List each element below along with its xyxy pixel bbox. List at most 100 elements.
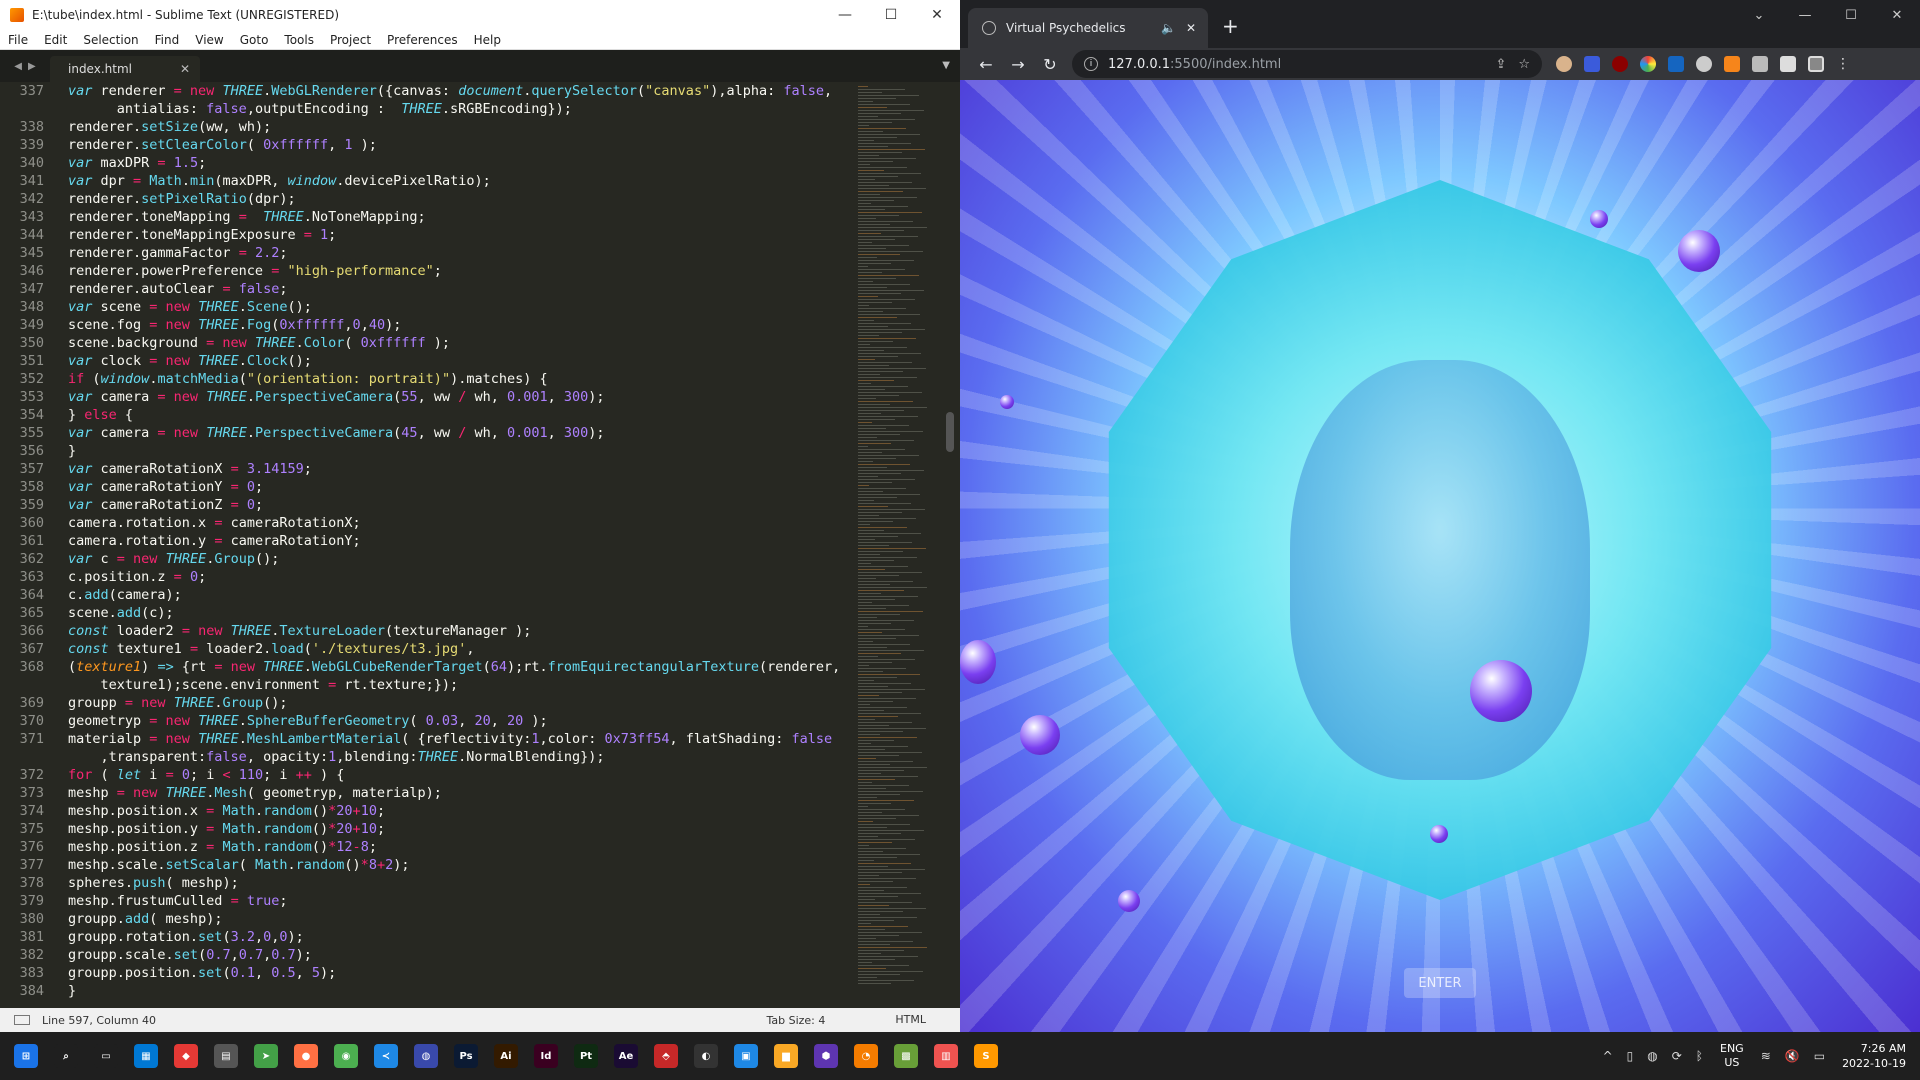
extension-metamask-icon[interactable] (1724, 56, 1740, 72)
minimap-line (858, 857, 897, 858)
menu-project[interactable]: Project (322, 33, 379, 47)
arrow-left-icon[interactable]: ◀ (14, 61, 22, 72)
tab-search-icon[interactable]: ⌄ (1736, 0, 1782, 30)
scroll-thumb[interactable] (946, 412, 954, 452)
new-tab-icon[interactable]: + (1222, 14, 1239, 38)
minimize-icon[interactable]: — (822, 7, 868, 23)
site-info-icon[interactable]: i (1084, 57, 1098, 71)
minimap-line (858, 194, 880, 195)
menu-edit[interactable]: Edit (36, 33, 75, 47)
share-icon[interactable]: ⇪ (1495, 57, 1506, 72)
taskbar-blender-icon[interactable]: ◔ (854, 1044, 878, 1068)
console-toggle-icon[interactable] (14, 1015, 30, 1025)
reload-icon[interactable]: ↻ (1034, 55, 1066, 74)
minimap-line (858, 758, 876, 759)
clock[interactable]: 7:26 AM 2022-10-19 (1842, 1041, 1906, 1071)
taskbar-illustrator-icon[interactable]: Ai (494, 1044, 518, 1068)
taskbar-app-blue-icon[interactable]: ▣ (734, 1044, 758, 1068)
tab-dropdown-icon[interactable]: ▼ (942, 60, 950, 71)
menu-find[interactable]: Find (147, 33, 188, 47)
menu-selection[interactable]: Selection (75, 33, 146, 47)
menu-file[interactable]: File (0, 33, 36, 47)
taskbar-acrobat-icon[interactable]: ⬘ (654, 1044, 678, 1068)
editor-scrollbar[interactable] (942, 82, 960, 1008)
extension-ublock-icon[interactable] (1612, 56, 1628, 72)
arrow-right-icon[interactable]: ▶ (28, 61, 36, 72)
menu-preferences[interactable]: Preferences (379, 33, 466, 47)
browser-maximize-icon[interactable]: ☐ (1828, 0, 1874, 30)
extension-openai-icon[interactable] (1696, 56, 1712, 72)
minimap-line (858, 848, 906, 849)
minimap-line (858, 827, 887, 828)
taskbar-firefox-icon[interactable]: ● (294, 1044, 318, 1068)
menu-tools[interactable]: Tools (276, 33, 322, 47)
speaker-icon[interactable]: 🔈 (1161, 21, 1176, 35)
extension-zip-icon[interactable] (1668, 56, 1684, 72)
tab-close-icon[interactable]: ✕ (180, 62, 190, 76)
taskbar-minecraft-icon[interactable]: ▩ (894, 1044, 918, 1068)
maximize-icon[interactable]: ☐ (868, 7, 914, 23)
wifi-icon[interactable]: ≋ (1761, 1049, 1771, 1063)
taskbar-app-green-icon[interactable]: ➤ (254, 1044, 278, 1068)
taskbar-aftereffects-icon[interactable]: Ae (614, 1044, 638, 1068)
menu-help[interactable]: Help (466, 33, 509, 47)
taskbar-app-screen-icon[interactable]: ▥ (934, 1044, 958, 1068)
minimap-line (858, 941, 913, 942)
syntax-mode[interactable]: HTML (895, 1013, 926, 1027)
battery-icon[interactable]: ▭ (1814, 1049, 1825, 1063)
bluetooth-icon[interactable]: ᛒ (1696, 1049, 1703, 1063)
taskbar-start-icon[interactable]: ⊞ (14, 1044, 38, 1068)
extension-color-icon[interactable] (1640, 56, 1656, 72)
taskbar-vscode-icon[interactable]: ≺ (374, 1044, 398, 1068)
tab-index-html[interactable]: index.html ✕ (50, 56, 200, 82)
taskbar-chrome-icon[interactable]: ◉ (334, 1044, 358, 1068)
browser-close-icon[interactable]: ✕ (1874, 0, 1920, 30)
address-bar[interactable]: i 127.0.0.1:5500/index.html ⇪ ☆ (1072, 50, 1542, 78)
browser-minimize-icon[interactable]: — (1782, 0, 1828, 30)
taskbar-obs-icon[interactable]: ◐ (694, 1044, 718, 1068)
code-editor[interactable]: 337 338 339 340 341 342 343 344 345 346 347 348 349 3… (0, 82, 960, 1008)
taskbar-sublime-icon[interactable]: S (974, 1044, 998, 1068)
tab-size[interactable]: Tab Size: 4 (766, 1014, 825, 1027)
close-icon[interactable]: ✕ (914, 7, 960, 23)
enter-button[interactable]: ENTER (1404, 968, 1476, 998)
extension-shield-icon[interactable] (1584, 56, 1600, 72)
menu-kebab-icon[interactable]: ⋮ (1836, 56, 1850, 72)
taskbar-photoshop-icon[interactable]: Ps (454, 1044, 478, 1068)
taskbar-prelude-icon[interactable]: Pt (574, 1044, 598, 1068)
minimap[interactable] (854, 82, 942, 1008)
taskbar-calculator-icon[interactable]: ▤ (214, 1044, 238, 1068)
taskbar-app-shield-icon[interactable]: ⬢ (814, 1044, 838, 1068)
code-line: renderer.setSize(ww, wh); (68, 119, 272, 135)
code-area[interactable]: var renderer = new THREE.WebGLRenderer({… (52, 82, 854, 1008)
browser-tab-close-icon[interactable]: ✕ (1186, 21, 1196, 35)
language-indicator[interactable]: ENG US (1720, 1042, 1744, 1070)
minimap-line (858, 86, 868, 87)
forward-icon[interactable]: → (1002, 55, 1034, 74)
menu-view[interactable]: View (187, 33, 231, 47)
app-tray-icon[interactable]: ◍ (1647, 1049, 1657, 1063)
extension-cookie-icon[interactable] (1556, 56, 1572, 72)
browser-tab[interactable]: Virtual Psychedelics 🔈 ✕ (968, 8, 1208, 48)
volume-muted-icon[interactable]: 🔇 (1785, 1049, 1800, 1063)
taskbar-explorer-icon[interactable]: ▆ (774, 1044, 798, 1068)
tray-overflow-icon[interactable]: ^ (1603, 1049, 1613, 1063)
tab-nav-arrows[interactable]: ◀ ▶ (0, 50, 50, 82)
taskbar-search-icon[interactable]: ⌕ (54, 1044, 78, 1068)
code-line: camera.rotation.x = cameraRotationX; (68, 515, 361, 531)
back-icon[interactable]: ← (970, 55, 1002, 74)
bookmark-star-icon[interactable]: ☆ (1518, 57, 1530, 72)
taskbar-davinci-icon[interactable]: ◍ (414, 1044, 438, 1068)
extensions-puzzle-icon[interactable] (1752, 56, 1768, 72)
taskbar-indesign-icon[interactable]: Id (534, 1044, 558, 1068)
taskbar-app-red-icon[interactable]: ◆ (174, 1044, 198, 1068)
profile-avatar[interactable] (1808, 56, 1824, 72)
minimap-line (858, 689, 925, 690)
webgl-canvas[interactable]: ENTER (960, 80, 1920, 1032)
menu-goto[interactable]: Goto (232, 33, 277, 47)
usb-icon[interactable]: ▯ (1627, 1049, 1634, 1063)
side-panel-icon[interactable] (1780, 56, 1796, 72)
taskbar-taskview-icon[interactable]: ▭ (94, 1044, 118, 1068)
taskbar-store-icon[interactable]: ▦ (134, 1044, 158, 1068)
sync-icon[interactable]: ⟳ (1672, 1049, 1682, 1063)
